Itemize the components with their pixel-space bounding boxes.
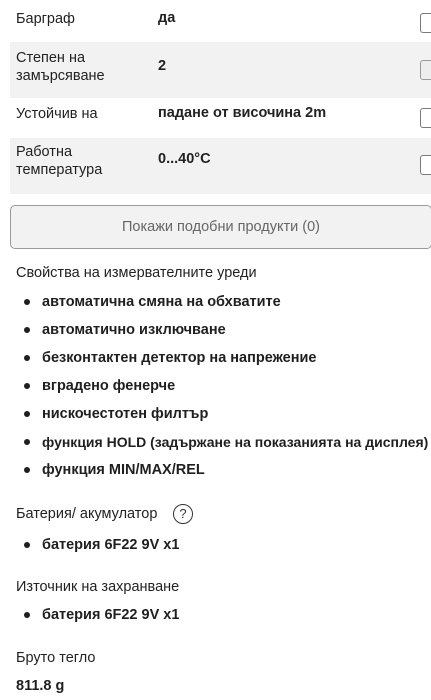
spec-row-operating-temperature: Работна температура 0...40°C <box>10 138 431 194</box>
spec-row-pollution-degree: Степен на замърсяване 2 <box>10 42 431 98</box>
compare-checkbox[interactable] <box>420 60 431 80</box>
list-item: функция MIN/MAX/REL <box>0 456 428 484</box>
spec-value: падане от височина 2m <box>158 105 327 121</box>
list-item: вградено фенерче <box>0 372 428 400</box>
list-item: функция HOLD (задържане на показанията н… <box>0 428 428 456</box>
bullet-icon <box>24 299 30 305</box>
power-source-title: Източник на захранване <box>16 579 180 595</box>
bullet-icon <box>24 383 30 389</box>
spec-label: Барграф <box>16 11 75 27</box>
bullet-icon <box>24 411 30 417</box>
bullet-icon <box>24 327 30 333</box>
help-icon[interactable]: ? <box>173 504 193 524</box>
battery-list: батерия 6F22 9V x1 <box>0 531 179 559</box>
gross-weight-title: Бруто тегло <box>16 650 96 666</box>
bullet-icon <box>24 355 30 361</box>
spec-value: 2 <box>158 58 167 74</box>
spec-label: Устойчив на <box>16 106 98 122</box>
bullet-icon <box>24 439 30 445</box>
spec-label: Степен на замърсяване <box>16 50 105 84</box>
list-item: батерия 6F22 9V x1 <box>0 601 179 629</box>
compare-checkbox[interactable] <box>420 108 431 128</box>
bullet-icon <box>24 542 30 548</box>
power-source-list: батерия 6F22 9V x1 <box>0 601 179 629</box>
spec-row-bargraph: Барграф да <box>10 0 431 36</box>
spec-label: Работна температура <box>16 144 103 178</box>
battery-title: Батерия/ акумулатор <box>16 506 158 522</box>
list-item: нискочестотен филтър <box>0 400 428 428</box>
bullet-icon <box>24 612 30 618</box>
list-item: автоматична смяна на обхватите <box>0 288 428 316</box>
bullet-icon <box>24 467 30 473</box>
meter-features-list: автоматична смяна на обхватите автоматич… <box>0 288 428 484</box>
spec-row-resistant-to: Устойчив на падане от височина 2m <box>10 98 431 138</box>
list-item: безконтактен детектор на напрежение <box>0 344 428 372</box>
spec-value: да <box>158 10 176 26</box>
show-similar-products-button[interactable]: Покажи подобни продукти (0) <box>10 205 431 249</box>
list-item: батерия 6F22 9V x1 <box>0 531 179 559</box>
spec-value: 0...40°C <box>158 151 211 167</box>
meter-features-title: Свойства на измервателните уреди <box>16 265 257 281</box>
compare-checkbox[interactable] <box>420 13 431 33</box>
compare-checkbox[interactable] <box>420 155 431 175</box>
list-item: автоматично изключване <box>0 316 428 344</box>
gross-weight-value: 811.8 g <box>16 678 65 694</box>
